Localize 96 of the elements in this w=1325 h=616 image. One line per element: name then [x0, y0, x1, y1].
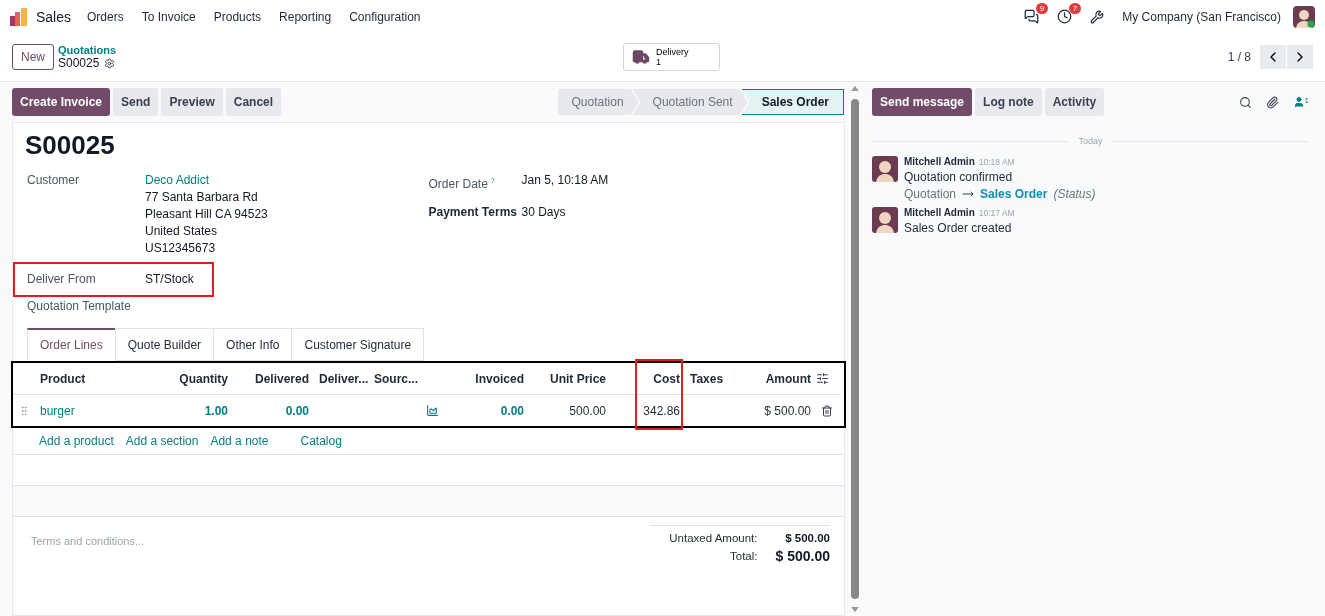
followers-button[interactable]: 1: [1292, 96, 1309, 108]
field-label: Payment Terms: [428, 204, 518, 221]
scroll-down-icon[interactable]: [851, 607, 859, 612]
user-avatar[interactable]: [1293, 5, 1315, 28]
total-label: Untaxed Amount:: [669, 532, 758, 544]
status-step[interactable]: Sales Order: [741, 89, 844, 115]
author-avatar: [872, 156, 898, 182]
trash-icon[interactable]: [821, 404, 833, 417]
table-cell: 342.86: [643, 403, 680, 418]
forecast-icon[interactable]: [426, 404, 439, 417]
column-header[interactable]: Delivered: [233, 371, 314, 386]
form-tab[interactable]: Order Lines: [27, 328, 116, 361]
address-line: 77 Santa Barbara Rd: [145, 189, 259, 206]
column-header[interactable]: Product: [35, 371, 151, 386]
total-value: $ 500.00: [775, 548, 830, 564]
new-value: Sales Order: [980, 187, 1048, 201]
truck-icon: [632, 48, 650, 66]
message-body: Sales Order created: [904, 221, 1013, 235]
previous-button[interactable]: [1260, 45, 1286, 69]
message-body: Quotation confirmed: [904, 170, 1014, 184]
field-label: Customer: [27, 172, 80, 189]
scroll-up-icon[interactable]: [851, 86, 859, 91]
menu-item[interactable]: Reporting: [279, 9, 332, 24]
scrollbar[interactable]: [848, 82, 862, 616]
pager-value[interactable]: 1 / 8: [1227, 50, 1251, 64]
address-line: US12345673: [145, 240, 217, 257]
search-icon[interactable]: [1238, 95, 1252, 109]
menu-item[interactable]: To Invoice: [141, 9, 196, 24]
field-label: Deliver From: [27, 271, 97, 288]
customer-link[interactable]: Deco Addict: [145, 172, 268, 189]
chatter-button[interactable]: Log note: [975, 88, 1042, 116]
add-line-link[interactable]: Catalog: [300, 434, 342, 448]
product-link[interactable]: burger: [40, 403, 75, 418]
form-tab[interactable]: Customer Signature: [291, 328, 425, 361]
column-header[interactable]: Cost: [611, 371, 685, 386]
action-button[interactable]: Create Invoice: [12, 88, 111, 116]
address-line: United States: [145, 223, 219, 240]
status-step[interactable]: Quotation Sent: [632, 89, 748, 115]
menu-item[interactable]: Orders: [87, 9, 124, 24]
menu-item[interactable]: Products: [213, 9, 262, 24]
company-switcher[interactable]: My Company (San Francisco): [1122, 9, 1281, 24]
next-button[interactable]: [1287, 45, 1313, 69]
column-header[interactable]: Unit Price: [529, 371, 611, 386]
status-step[interactable]: Quotation: [557, 89, 639, 115]
record-title: S00025: [25, 129, 116, 161]
form-tab[interactable]: Other Info: [213, 328, 293, 361]
add-line-link[interactable]: Add a product: [39, 434, 114, 448]
paperclip-icon[interactable]: [1265, 95, 1279, 109]
menu-item[interactable]: Configuration: [349, 9, 421, 24]
app-logo-icon[interactable]: [10, 7, 28, 26]
field-value: Jan 5, 10:18 AM: [521, 172, 609, 189]
column-header[interactable]: Amount: [741, 371, 816, 386]
add-line-link[interactable]: Add a note: [210, 434, 269, 448]
date-divider: Today: [1078, 136, 1103, 146]
field-label: Quotation Template: [27, 298, 132, 315]
form-tab[interactable]: Quote Builder: [114, 328, 215, 361]
message-author: Mitchell Admin: [904, 156, 975, 167]
notification-badge: 7: [1068, 3, 1082, 14]
new-button[interactable]: New: [12, 44, 54, 70]
drag-handle-icon[interactable]: [18, 404, 30, 417]
settings-icon[interactable]: [104, 57, 116, 69]
clock-icon[interactable]: [1057, 9, 1073, 24]
total-value: $ 500.00: [784, 532, 830, 544]
action-button[interactable]: Preview: [161, 88, 223, 116]
message-time: 10:18 AM: [978, 157, 1015, 167]
message-author: Mitchell Admin: [904, 207, 975, 218]
app-name[interactable]: Sales: [36, 8, 72, 25]
wrench-icon[interactable]: [1090, 9, 1105, 24]
action-button[interactable]: Send: [113, 88, 159, 116]
author-avatar: [872, 207, 898, 233]
column-settings-icon[interactable]: [816, 372, 829, 385]
tracked-field: (Status): [1053, 187, 1096, 201]
chatter-button[interactable]: Activity: [1044, 88, 1105, 116]
old-value: Quotation: [904, 187, 957, 201]
delivery-smart-button[interactable]: Delivery 1: [623, 43, 720, 71]
table-cell: 500.00: [569, 403, 606, 418]
record-name: S00025: [58, 56, 100, 70]
column-header[interactable]: Taxes: [685, 371, 741, 386]
field-value: ST/Stock: [145, 271, 194, 288]
chatter-button[interactable]: Send message: [872, 88, 973, 116]
table-cell: $ 500.00: [764, 403, 811, 418]
total-label: Total:: [729, 550, 758, 562]
table-cell: 0.00: [285, 403, 309, 418]
column-header[interactable]: Quantity: [151, 371, 233, 386]
message-time: 10:17 AM: [978, 208, 1015, 218]
notification-badge: 9: [1035, 3, 1049, 14]
add-line-link[interactable]: Add a section: [125, 434, 199, 448]
table-cell: 1.00: [204, 403, 228, 418]
breadcrumb-link[interactable]: Quotations: [58, 44, 623, 56]
chat-icon[interactable]: [1024, 9, 1040, 24]
column-header[interactable]: Invoiced: [451, 371, 529, 386]
action-button[interactable]: Cancel: [225, 88, 282, 116]
address-line: Pleasant Hill CA 94523: [145, 206, 268, 223]
field-value: 30 Days: [521, 204, 566, 221]
table-cell: 0.00: [500, 403, 524, 418]
field-label: Order Date $^{?}$: [428, 176, 496, 193]
